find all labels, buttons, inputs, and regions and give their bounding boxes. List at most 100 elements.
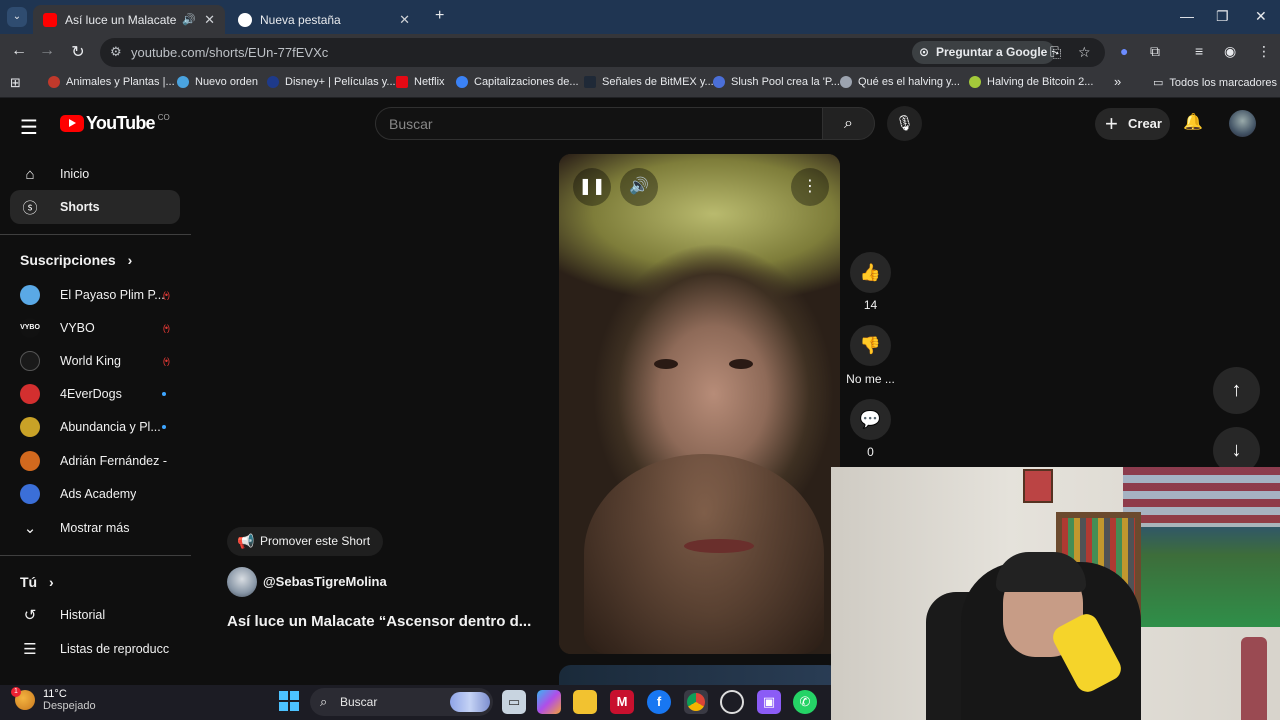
subscriptions-header[interactable]: Suscripciones ›	[20, 252, 132, 268]
video-frame-detail	[654, 359, 678, 369]
bookmark-item[interactable]: Capitalizaciones de...	[456, 76, 579, 88]
taskbar-search[interactable]: ⌕ Buscar	[310, 688, 493, 716]
bookmark-star-icon[interactable]: ☆	[1078, 44, 1091, 61]
folder-icon[interactable]	[573, 690, 597, 714]
profile-icon[interactable]: ◉	[1224, 43, 1236, 60]
search-button[interactable]: ⌕	[822, 107, 875, 140]
close-tab-icon[interactable]: ✕	[204, 12, 215, 28]
short-title[interactable]: Así luce un Malacate “Ascensor dentro d.…	[227, 613, 547, 630]
voice-search-button[interactable]: 🎙	[887, 106, 922, 141]
menu-kebab-icon[interactable]: ⋮	[1257, 43, 1271, 60]
sidebar-item-subscription[interactable]: Adrián Fernández - ...	[10, 444, 180, 478]
previous-short-button[interactable]: ↑	[1213, 367, 1260, 414]
close-tab-icon[interactable]: ✕	[399, 12, 410, 28]
search-input[interactable]	[376, 108, 822, 139]
pause-button[interactable]: ❚❚	[573, 168, 611, 206]
dislike-label: No me ...	[846, 372, 895, 386]
speaker-icon[interactable]: 🔊	[182, 13, 196, 26]
create-button[interactable]: + Crear	[1095, 108, 1170, 140]
dislike-button[interactable]: 👎	[850, 325, 891, 366]
close-window-icon[interactable]: ✕	[1255, 8, 1267, 25]
weather-widget[interactable]: 1 11°C Despejado	[11, 687, 96, 712]
sidebar-item-subscription[interactable]: 4EverDogs	[10, 377, 180, 411]
bookmark-favicon-icon	[840, 76, 852, 88]
extension-circle-icon[interactable]: ●	[1120, 43, 1128, 59]
comments-button[interactable]: 💬	[850, 399, 891, 440]
apps-grid-icon[interactable]: ⊞	[10, 75, 21, 91]
like-count: 14	[863, 298, 878, 312]
install-app-icon[interactable]: ⎘	[1050, 44, 1061, 61]
tab-new-tab[interactable]: Nueva pestaña ✕	[228, 5, 420, 34]
windows-start-button[interactable]	[279, 691, 299, 711]
show-more-button[interactable]: ⌄ Mostrar más	[10, 511, 180, 545]
tab-youtube-short[interactable]: Así luce un Malacate “Ascensor dentro de…	[33, 5, 225, 34]
mcafee-icon[interactable]: M	[610, 690, 634, 714]
channel-avatar[interactable]	[227, 567, 257, 597]
tab-title: Nueva pestaña	[260, 12, 341, 27]
minimize-icon[interactable]: —	[1180, 8, 1194, 24]
tab-search-button[interactable]: ⌄	[7, 7, 27, 27]
file-explorer-icon[interactable]: ▭	[502, 690, 526, 714]
ask-google-label: Preguntar a Google	[936, 45, 1048, 59]
new-tab-button[interactable]: +	[435, 7, 444, 25]
bookmark-label: Animales y Plantas |...	[66, 76, 175, 88]
extensions-puzzle-icon[interactable]: ⧉	[1150, 43, 1160, 60]
bookmark-item[interactable]: Halving de Bitcoin 2...	[969, 76, 1093, 88]
restore-icon[interactable]: ❐	[1216, 8, 1229, 25]
promote-short-button[interactable]: 📢 Promover este Short	[227, 527, 384, 556]
bookmark-label: Slush Pool crea la 'P...	[731, 76, 840, 88]
search-box[interactable]	[375, 107, 823, 140]
short-video-player[interactable]: ❚❚ 🔊 ⋮	[559, 154, 840, 654]
facebook-icon[interactable]: f	[647, 690, 671, 714]
sidebar-item-subscription[interactable]: Ads Academy	[10, 477, 180, 511]
bookmark-item[interactable]: Netflix	[396, 76, 445, 88]
sidebar-divider	[0, 234, 191, 235]
youtube-logo[interactable]: YouTube CO	[60, 113, 170, 134]
sidebar-item-playlists[interactable]: ☰ Listas de reproducc...	[10, 632, 180, 666]
sidebar-item-subscription[interactable]: Abundancia y Pl...	[10, 410, 180, 444]
media-control-icon[interactable]: ≡	[1195, 43, 1203, 59]
reload-icon[interactable]: ↻	[67, 42, 89, 62]
more-bookmarks-icon[interactable]: »	[1114, 74, 1121, 89]
ask-google-button[interactable]: ⊙ Preguntar a Google	[912, 41, 1056, 64]
sidebar-item-shorts[interactable]: ⓢ Shorts	[10, 190, 180, 224]
whatsapp-icon[interactable]: ✆	[793, 690, 817, 714]
bookmark-item[interactable]: Slush Pool crea la 'P...	[713, 76, 840, 88]
chrome-icon[interactable]	[684, 690, 708, 714]
sidebar-item-subscription[interactable]: El Payaso Plim P... (•)	[10, 278, 180, 312]
bookmark-item[interactable]: Animales y Plantas |...	[48, 76, 175, 88]
shorts-icon: ⓢ	[22, 199, 38, 217]
bookmark-item[interactable]: Qué es el halving y...	[840, 76, 960, 88]
country-code: CO	[157, 113, 170, 122]
channel-avatar	[20, 484, 40, 504]
address-bar[interactable]: ⚙ youtube.com/shorts/EUn-77fEVXc ⊙ Pregu…	[100, 38, 1105, 67]
bookmark-item[interactable]: Nuevo orden	[177, 76, 258, 88]
sidebar-item-inicio[interactable]: ⌂ Inicio	[10, 157, 180, 191]
pause-icon: ❚❚	[578, 178, 606, 195]
like-button[interactable]: 👍	[850, 252, 891, 293]
more-options-button[interactable]: ⋮	[791, 168, 829, 206]
sidebar-item-label: Listas de reproducc...	[60, 642, 170, 656]
channel-name[interactable]: @SebasTigreMolina	[263, 574, 387, 589]
bookmark-item[interactable]: Disney+ | Películas y...	[267, 76, 396, 88]
volume-button[interactable]: 🔊	[620, 168, 658, 206]
account-avatar[interactable]	[1229, 110, 1256, 137]
channel-avatar: VYBO	[20, 318, 40, 338]
streamlabs-icon[interactable]: ▣	[757, 690, 781, 714]
site-info-icon[interactable]: ⚙	[110, 44, 122, 60]
you-header[interactable]: Tú ›	[20, 574, 54, 590]
forward-icon[interactable]: →	[36, 42, 58, 60]
bookmark-label: Nuevo orden	[195, 76, 258, 88]
sidebar-item-subscription[interactable]: World King (•)	[10, 344, 180, 378]
copilot-icon[interactable]	[537, 690, 561, 714]
menu-icon[interactable]: ☰	[20, 115, 38, 140]
next-short-preview[interactable]	[559, 665, 840, 685]
notifications-bell-icon[interactable]: 🔔	[1183, 112, 1203, 132]
chatgpt-icon[interactable]	[720, 690, 744, 714]
sidebar-item-historial[interactable]: ↺ Historial	[10, 598, 180, 632]
bookmark-item[interactable]: Señales de BitMEX y...	[584, 76, 714, 88]
sidebar-item-subscription[interactable]: VYBO VYBO (•)	[10, 311, 180, 345]
back-icon[interactable]: ←	[8, 42, 30, 60]
all-bookmarks-button[interactable]: ▭ Todos los marcadores	[1153, 76, 1277, 90]
url-text[interactable]: youtube.com/shorts/EUn-77fEVXc	[131, 45, 328, 60]
